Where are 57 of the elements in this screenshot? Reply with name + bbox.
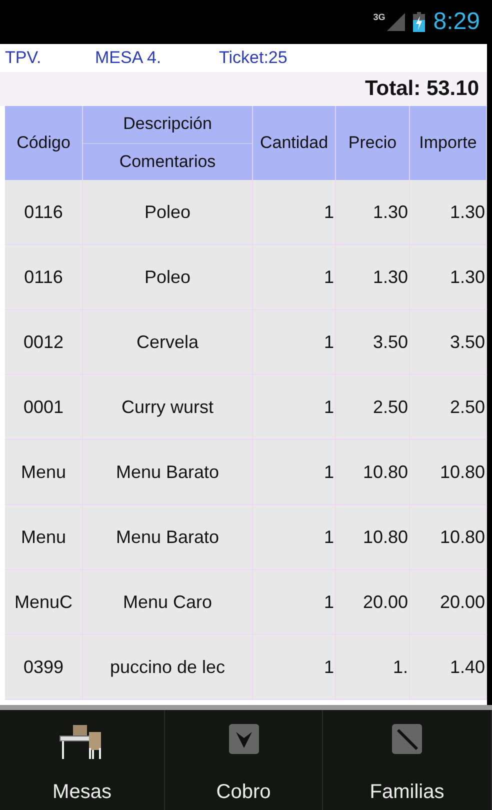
table-cell: 1	[253, 310, 336, 375]
table-label: MESA 4.	[95, 48, 162, 68]
table-cell: Poleo	[83, 245, 253, 310]
clock: 8:29	[433, 8, 480, 36]
battery-charging-icon	[413, 12, 426, 32]
table-cell: 0116	[5, 245, 83, 310]
table-cell: Menu Caro	[83, 570, 253, 635]
table-cell: 2.50	[336, 375, 410, 440]
table-cell: 1.30	[410, 245, 487, 310]
table-cell: 10.80	[410, 440, 487, 505]
column-header: Cantidad	[253, 106, 336, 180]
table-cell: Cervela	[83, 310, 253, 375]
table-cell: 1	[253, 505, 336, 570]
action-button[interactable]: Familias	[323, 710, 492, 810]
app-label: TPV.	[5, 48, 42, 68]
total-amount: Total: 53.10	[365, 77, 479, 101]
column-header-title: Descripción	[122, 113, 213, 136]
table-cell: 2.50	[410, 375, 487, 440]
column-header: Precio	[336, 106, 410, 180]
table-cell: 0399	[5, 635, 83, 700]
table-cell: Menu Barato	[83, 440, 253, 505]
table-cell: 10.80	[410, 505, 487, 570]
ticket-label: Ticket:25	[219, 48, 288, 68]
signal-icon	[387, 13, 406, 31]
chevron-down-icon	[228, 724, 258, 754]
action-button[interactable]: Mesas	[0, 710, 165, 810]
table-cell: 0012	[5, 310, 83, 375]
column-header: Código	[5, 106, 83, 180]
table-cell: Menu	[5, 440, 83, 505]
table-cell: MenuC	[5, 570, 83, 635]
table-cell: 1	[253, 440, 336, 505]
table-cell: 1	[253, 375, 336, 440]
table-cell: 20.00	[410, 570, 487, 635]
table-cell: 1.30	[336, 180, 410, 245]
table-cell: 1	[253, 180, 336, 245]
table-cell: 0116	[5, 180, 83, 245]
table-cell: 10.80	[336, 440, 410, 505]
table-cell: Curry wurst	[83, 375, 253, 440]
table-cell: 0001	[5, 375, 83, 440]
table-cell: 1.	[336, 635, 410, 700]
table-cell: 1.40	[410, 635, 487, 700]
table-cell: 3.50	[336, 310, 410, 375]
table-cell: Poleo	[83, 180, 253, 245]
table-cell: 1.30	[410, 180, 487, 245]
table-cell: 3.50	[410, 310, 487, 375]
column-header: Importe	[410, 106, 487, 180]
network-type: 3G	[373, 12, 386, 22]
table-cell: puccino de lec	[83, 635, 253, 700]
action-button[interactable]: Cobro	[165, 710, 323, 810]
table-cell: 1	[253, 635, 336, 700]
table-cell: 1.30	[336, 245, 410, 310]
table-cell: Menu	[5, 505, 83, 570]
table-cell: 1	[253, 245, 336, 310]
table-cell: 1	[253, 570, 336, 635]
table-cell: Menu Barato	[83, 505, 253, 570]
table-cell: 10.80	[336, 505, 410, 570]
table-cell: 20.00	[336, 570, 410, 635]
